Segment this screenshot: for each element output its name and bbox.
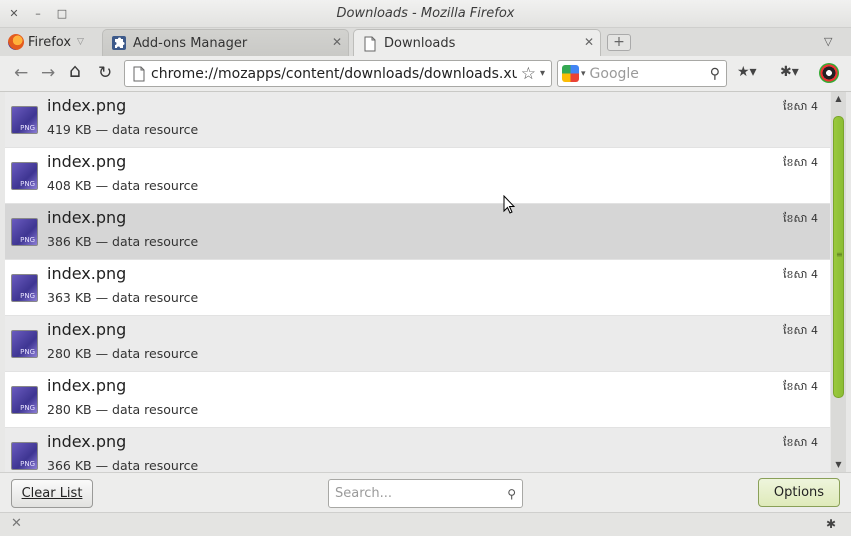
scroll-down-icon[interactable]: ▼ <box>831 458 846 472</box>
page-icon <box>364 36 376 51</box>
navigation-toolbar: ← → ⌂ ↻ chrome://mozapps/content/downloa… <box>0 56 851 92</box>
chevron-down-icon[interactable]: ▾ <box>581 69 586 79</box>
tab-close-icon[interactable]: ✕ <box>332 35 342 49</box>
status-bar: ✕ ✱ <box>0 512 851 536</box>
list-scrollbar[interactable]: ▲ ≡ ▼ <box>831 92 846 472</box>
download-date: ខែសា 4 <box>783 380 818 393</box>
scroll-thumb[interactable]: ≡ <box>833 116 844 398</box>
home-button[interactable]: ⌂ <box>69 62 81 81</box>
chevron-down-icon: ▽ <box>77 37 84 47</box>
close-addon-bar-icon[interactable]: ✕ <box>11 516 22 531</box>
download-item[interactable]: PNG index.png 408 KB — data resource ខែស… <box>5 148 830 204</box>
url-bar[interactable]: chrome://mozapps/content/downloads/downl… <box>124 60 552 87</box>
addon-menu-button[interactable]: ✱▾ <box>780 64 799 80</box>
reload-button[interactable]: ↻ <box>98 64 112 82</box>
back-button[interactable]: ← <box>14 64 28 82</box>
png-file-icon: PNG <box>11 442 38 470</box>
png-file-icon: PNG <box>11 274 38 302</box>
download-item[interactable]: PNG index.png 419 KB — data resource ខែស… <box>5 92 830 148</box>
forward-button[interactable]: → <box>41 64 55 82</box>
url-history-dropdown-icon[interactable]: ▾ <box>540 68 545 79</box>
download-filename: index.png <box>47 376 127 395</box>
png-file-icon: PNG <box>11 106 38 134</box>
tab-addons-manager[interactable]: Add-ons Manager ✕ <box>102 29 349 56</box>
download-status: 386 KB — data resource <box>47 234 199 249</box>
png-file-icon: PNG <box>11 330 38 358</box>
clear-list-button[interactable]: Clear List <box>11 479 93 508</box>
download-filename: index.png <box>47 432 127 451</box>
firefox-menu-label: Firefox <box>28 34 72 50</box>
download-filename: index.png <box>47 152 127 171</box>
download-status: 419 KB — data resource <box>47 122 199 137</box>
search-placeholder: Search... <box>335 486 393 501</box>
grip-icon: ≡ <box>836 250 843 259</box>
download-date: ខែសា 4 <box>783 212 818 225</box>
tab-strip: Firefox ▽ Add-ons Manager ✕ Downloads ✕ … <box>0 28 851 57</box>
page-icon <box>133 66 145 81</box>
download-date: ខែសា 4 <box>783 268 818 281</box>
download-filename: index.png <box>47 208 127 227</box>
tab-label: Add-ons Manager <box>133 35 248 51</box>
downloads-footer: Clear List Search... ⚲ Options <box>0 472 851 512</box>
window-title: Downloads - Mozilla Firefox <box>336 6 515 21</box>
search-icon: ⚲ <box>507 486 516 501</box>
download-status: 408 KB — data resource <box>47 178 199 193</box>
bookmark-star-icon[interactable]: ☆ <box>521 64 536 84</box>
download-date: ខែសា 4 <box>783 324 818 337</box>
tab-close-icon[interactable]: ✕ <box>584 35 594 49</box>
url-text[interactable]: chrome://mozapps/content/downloads/downl… <box>151 66 517 82</box>
download-item[interactable]: PNG index.png 363 KB — data resource ខែស… <box>5 260 830 316</box>
download-item-selected[interactable]: PNG index.png 386 KB — data resource ខែស… <box>5 204 830 260</box>
options-label: Options <box>773 485 825 500</box>
bookmarks-menu-button[interactable]: ★▾ <box>737 64 757 80</box>
download-date: ខែសា 4 <box>783 100 818 113</box>
download-filename: index.png <box>47 264 127 283</box>
download-status: 280 KB — data resource <box>47 346 199 361</box>
download-item[interactable]: PNG index.png 280 KB — data resource ខែស… <box>5 372 830 428</box>
download-filename: index.png <box>47 320 127 339</box>
firefox-logo-icon <box>8 34 24 50</box>
download-date: ខែសា 4 <box>783 436 818 449</box>
mouse-pointer-icon <box>503 195 515 214</box>
png-file-icon: PNG <box>11 386 38 414</box>
download-item[interactable]: PNG index.png 280 KB — data resource ខែស… <box>5 316 830 372</box>
search-icon[interactable]: ⚲ <box>710 66 720 82</box>
search-engine-placeholder[interactable]: Google <box>590 66 710 82</box>
downloads-search-input[interactable]: Search... ⚲ <box>328 479 523 508</box>
clear-list-label: Clear List <box>21 486 83 501</box>
web-search-bar[interactable]: ▾ Google ⚲ <box>557 60 727 87</box>
colorful-addon-icon[interactable] <box>819 63 839 83</box>
download-filename: index.png <box>47 96 127 115</box>
options-button[interactable]: Options <box>758 478 840 507</box>
firefox-menu-button[interactable]: Firefox ▽ <box>8 32 84 52</box>
puzzle-icon <box>112 36 126 50</box>
scroll-up-icon[interactable]: ▲ <box>831 92 846 106</box>
png-file-icon: PNG <box>11 218 38 246</box>
google-logo-icon[interactable] <box>562 65 579 82</box>
png-file-icon: PNG <box>11 162 38 190</box>
download-status: 280 KB — data resource <box>47 402 199 417</box>
download-status: 366 KB — data resource <box>47 458 199 472</box>
list-all-tabs-icon[interactable]: ▽ <box>824 35 832 48</box>
download-status: 363 KB — data resource <box>47 290 199 305</box>
new-tab-button[interactable]: + <box>607 34 631 51</box>
tab-downloads[interactable]: Downloads ✕ <box>353 29 601 57</box>
title-bar: ✕ – □ Downloads - Mozilla Firefox <box>0 0 851 28</box>
addon-status-icon[interactable]: ✱ <box>826 517 836 531</box>
downloads-list[interactable]: PNG index.png 419 KB — data resource ខែស… <box>5 92 830 472</box>
tab-label: Downloads <box>384 36 456 51</box>
download-item[interactable]: PNG index.png 366 KB — data resource ខែស… <box>5 428 830 472</box>
download-date: ខែសា 4 <box>783 156 818 169</box>
